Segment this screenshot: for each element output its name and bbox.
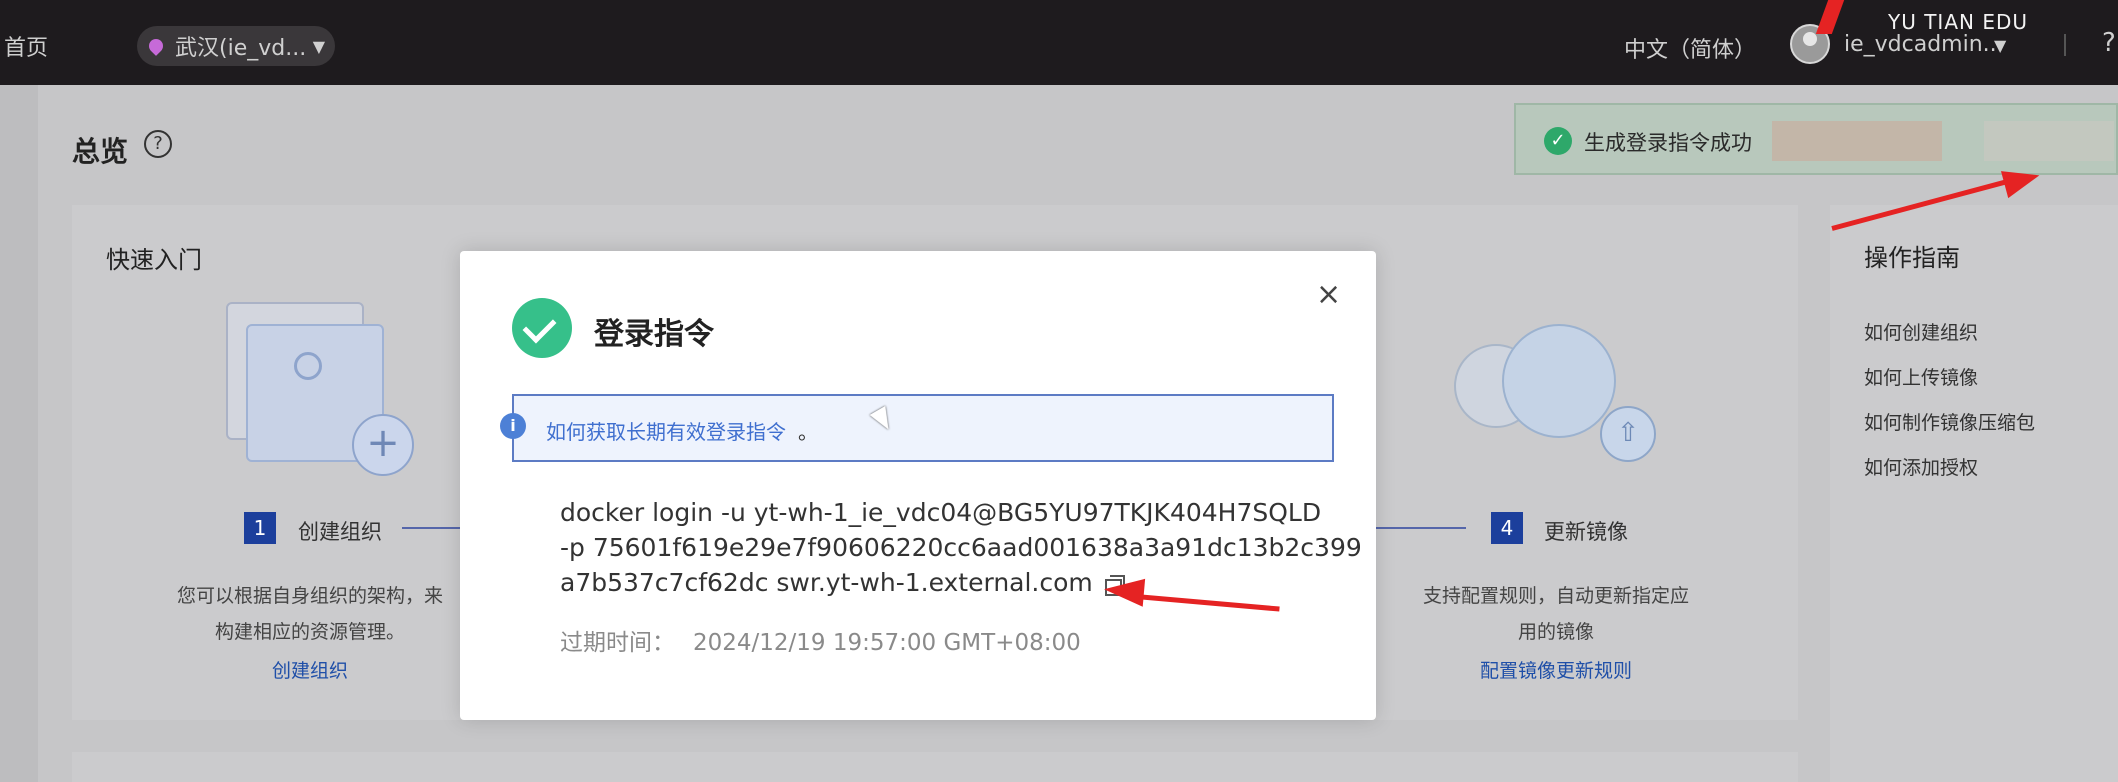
step-desc-line: 支持配置规则，自动更新指定应 xyxy=(1422,585,1689,607)
home-link[interactable]: 首页 xyxy=(4,30,48,62)
guide-title: 操作指南 xyxy=(1864,244,1960,272)
help-icon[interactable]: ? xyxy=(144,130,172,158)
step-description: 支持配置规则，自动更新指定应 用的镜像 xyxy=(1396,578,1716,650)
location-pin-icon xyxy=(146,36,166,56)
region-selector[interactable]: 武汉(ie_vd... ▼ xyxy=(137,26,335,66)
dialog-title: 登录指令 xyxy=(594,317,714,352)
guide-link[interactable]: 如何添加授权 xyxy=(1864,453,1978,480)
command-line: docker login -u yt-wh-1_ie_vdc04@BG5YU97… xyxy=(560,498,1322,527)
info-icon: i xyxy=(500,413,526,439)
command-line: a7b537c7cf62dc swr.yt-wh-1.external.com xyxy=(560,568,1093,597)
left-sidebar xyxy=(0,85,38,782)
command-line-last: a7b537c7cf62dc swr.yt-wh-1.external.com xyxy=(560,565,1280,600)
lower-card xyxy=(72,752,1798,782)
guide-link[interactable]: 如何制作镜像压缩包 xyxy=(1864,408,2035,435)
step-connector xyxy=(1376,527,1466,529)
step-label: 更新镜像 xyxy=(1544,520,1628,544)
page-title: 总览 xyxy=(72,135,129,168)
configure-image-update-link[interactable]: 配置镜像更新规则 xyxy=(1396,656,1716,683)
divider xyxy=(2064,34,2066,56)
login-command-text: docker login -u yt-wh-1_ie_vdc04@BG5YU97… xyxy=(560,495,1362,600)
step-number: 1 xyxy=(244,512,276,544)
step-label: 创建组织 xyxy=(298,520,382,544)
language-selector[interactable]: 中文（简体） xyxy=(1624,32,1756,64)
login-command-dialog: 登录指令 × i 如何获取长期有效登录指令 。 docker login -u … xyxy=(460,251,1376,720)
region-label: 武汉(ie_vd... xyxy=(175,36,307,61)
top-navigation-bar: 首页 武汉(ie_vd... ▼ 中文（简体） ie_vdcadmin... ▼… xyxy=(0,0,2118,85)
guide-panel xyxy=(1830,205,2118,782)
step-desc-line: 您可以根据自身组织的架构，来 xyxy=(176,585,443,607)
expire-label: 过期时间： xyxy=(560,630,675,656)
guide-link[interactable]: 如何创建组织 xyxy=(1864,318,1978,345)
help-icon[interactable]: ? xyxy=(2102,28,2116,58)
step-number: 4 xyxy=(1491,512,1523,544)
step-desc-line: 用的镜像 xyxy=(1517,621,1594,643)
step-connector xyxy=(402,527,462,529)
check-circle-icon: ✓ xyxy=(1544,127,1572,155)
close-icon[interactable]: × xyxy=(1316,277,1341,312)
expire-value: 2024/12/19 19:57:00 GMT+08:00 xyxy=(693,630,1081,656)
user-menu[interactable]: ie_vdcadmin... xyxy=(1844,32,2004,57)
step-desc-line: 构建相应的资源管理。 xyxy=(214,621,405,643)
toast-placeholder xyxy=(1772,121,1942,161)
command-line: -p 75601f619e29e7f90606220cc6aad001638a3… xyxy=(560,533,1362,562)
expiration-info: 过期时间： 2024/12/19 19:57:00 GMT+08:00 xyxy=(560,623,1081,657)
organization-illustration-icon: + xyxy=(226,302,414,476)
chevron-down-icon: ▼ xyxy=(312,36,325,56)
guide-link[interactable]: 如何上传镜像 xyxy=(1864,363,1978,390)
watermark: YU TIAN EDU xyxy=(1888,10,2029,34)
check-circle-icon xyxy=(512,298,572,358)
info-period: 。 xyxy=(798,420,818,444)
create-organization-link[interactable]: 创建组织 xyxy=(150,656,470,683)
quickstart-title: 快速入门 xyxy=(106,246,202,274)
cloud-upload-illustration-icon: ⇧ xyxy=(1454,324,1656,462)
toast-message: 生成登录指令成功 xyxy=(1584,131,1752,155)
info-banner: i 如何获取长期有效登录指令 。 xyxy=(500,394,1334,462)
chevron-down-icon[interactable]: ▼ xyxy=(1994,36,2006,55)
step-description: 您可以根据自身组织的架构，来 构建相应的资源管理。 xyxy=(150,578,470,650)
toast-placeholder xyxy=(1984,121,2114,161)
long-term-command-link[interactable]: 如何获取长期有效登录指令 xyxy=(546,416,786,445)
